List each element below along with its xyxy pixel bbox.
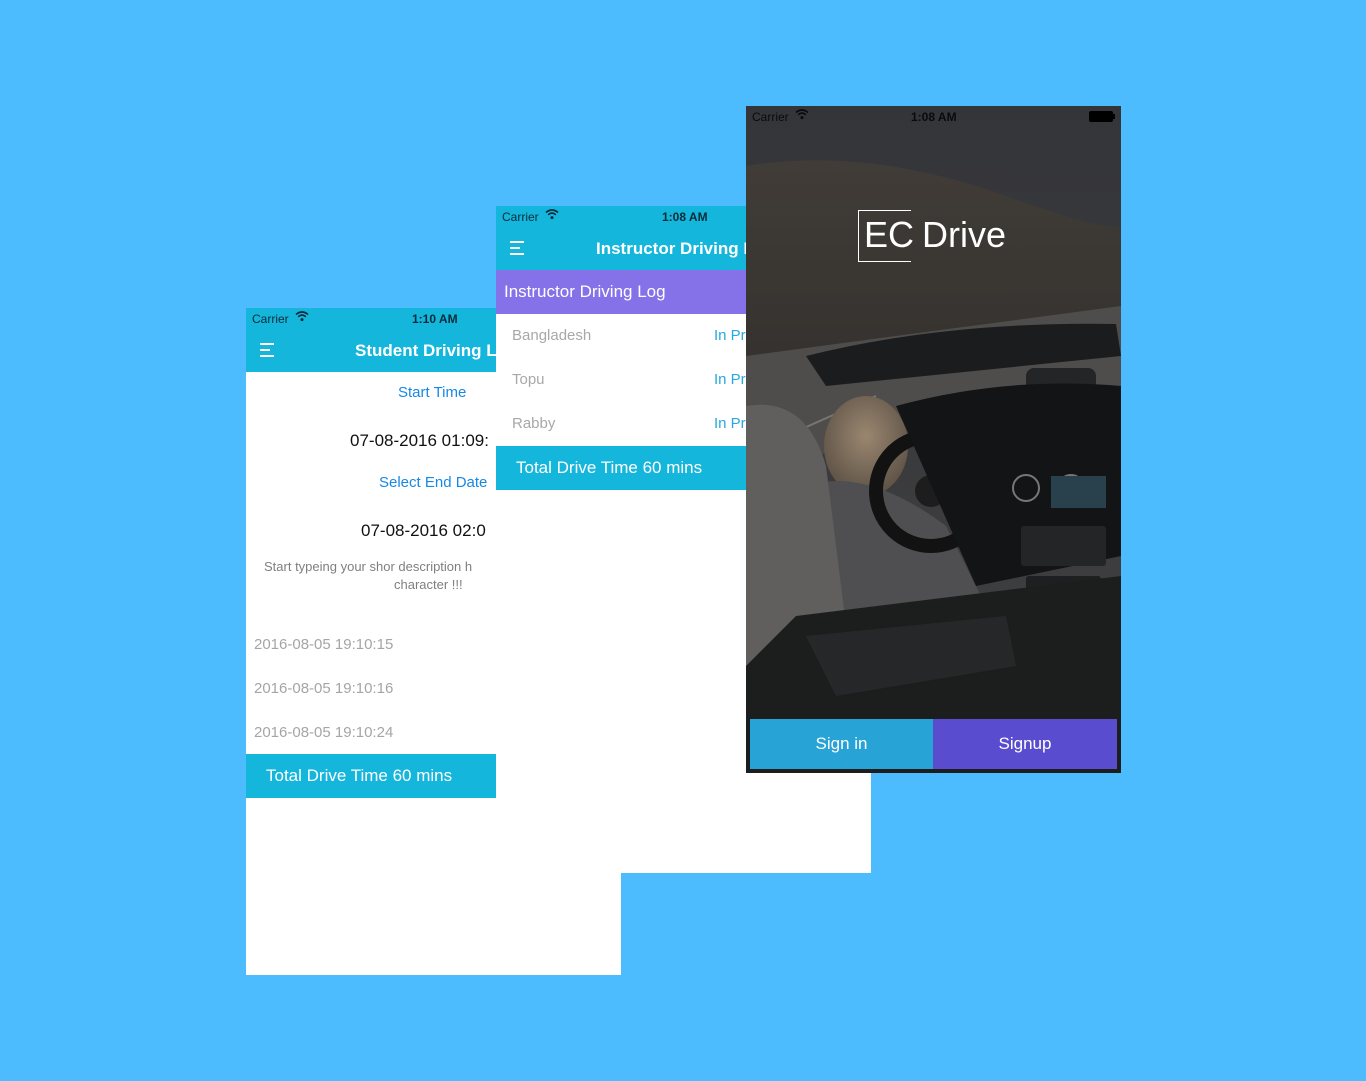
sign-in-button[interactable]: Sign in (750, 719, 933, 769)
wifi-icon (295, 311, 309, 322)
select-end-date-button[interactable]: Select End Date (379, 474, 487, 491)
page-title: Student Driving Log (355, 341, 518, 360)
start-time-button[interactable]: Start Time (398, 384, 466, 401)
student-name: Rabby (512, 415, 556, 432)
hamburger-menu-icon[interactable] (510, 241, 526, 255)
carrier-label: Carrier (502, 210, 539, 224)
wifi-icon (545, 209, 559, 220)
car-background-image (746, 106, 1121, 773)
student-name: Bangladesh (512, 327, 592, 344)
carrier-label: Carrier (752, 110, 789, 124)
status-time: 1:10 AM (412, 312, 458, 326)
wifi-icon (795, 109, 809, 120)
landing-screen: Carrier 1:08 AM EC Drive Sign in Signup (746, 106, 1121, 773)
status-time: 1:08 AM (662, 210, 708, 224)
status-time: 1:08 AM (911, 110, 957, 124)
hamburger-menu-icon[interactable] (260, 343, 276, 357)
status-label: In Pr (714, 415, 746, 432)
end-date-value: 07-08-2016 02:0 (361, 521, 486, 540)
logo-drive-text: Drive (922, 214, 1007, 255)
status-label: In Pr (714, 371, 746, 388)
status-bar: Carrier 1:08 AM (746, 106, 1121, 126)
student-name: Topu (512, 371, 545, 388)
carrier-label: Carrier (252, 312, 289, 326)
signup-button[interactable]: Signup (933, 719, 1117, 769)
log-entry[interactable]: 2016-08-05 19:10:15 (254, 636, 393, 653)
battery-icon (1089, 111, 1115, 122)
log-entry[interactable]: 2016-08-05 19:10:16 (254, 680, 393, 697)
status-label: In Pr (714, 327, 746, 344)
log-entry[interactable]: 2016-08-05 19:10:24 (254, 724, 393, 741)
logo-ec-text: EC (864, 214, 915, 255)
start-time-value: 07-08-2016 01:09: (350, 431, 489, 450)
